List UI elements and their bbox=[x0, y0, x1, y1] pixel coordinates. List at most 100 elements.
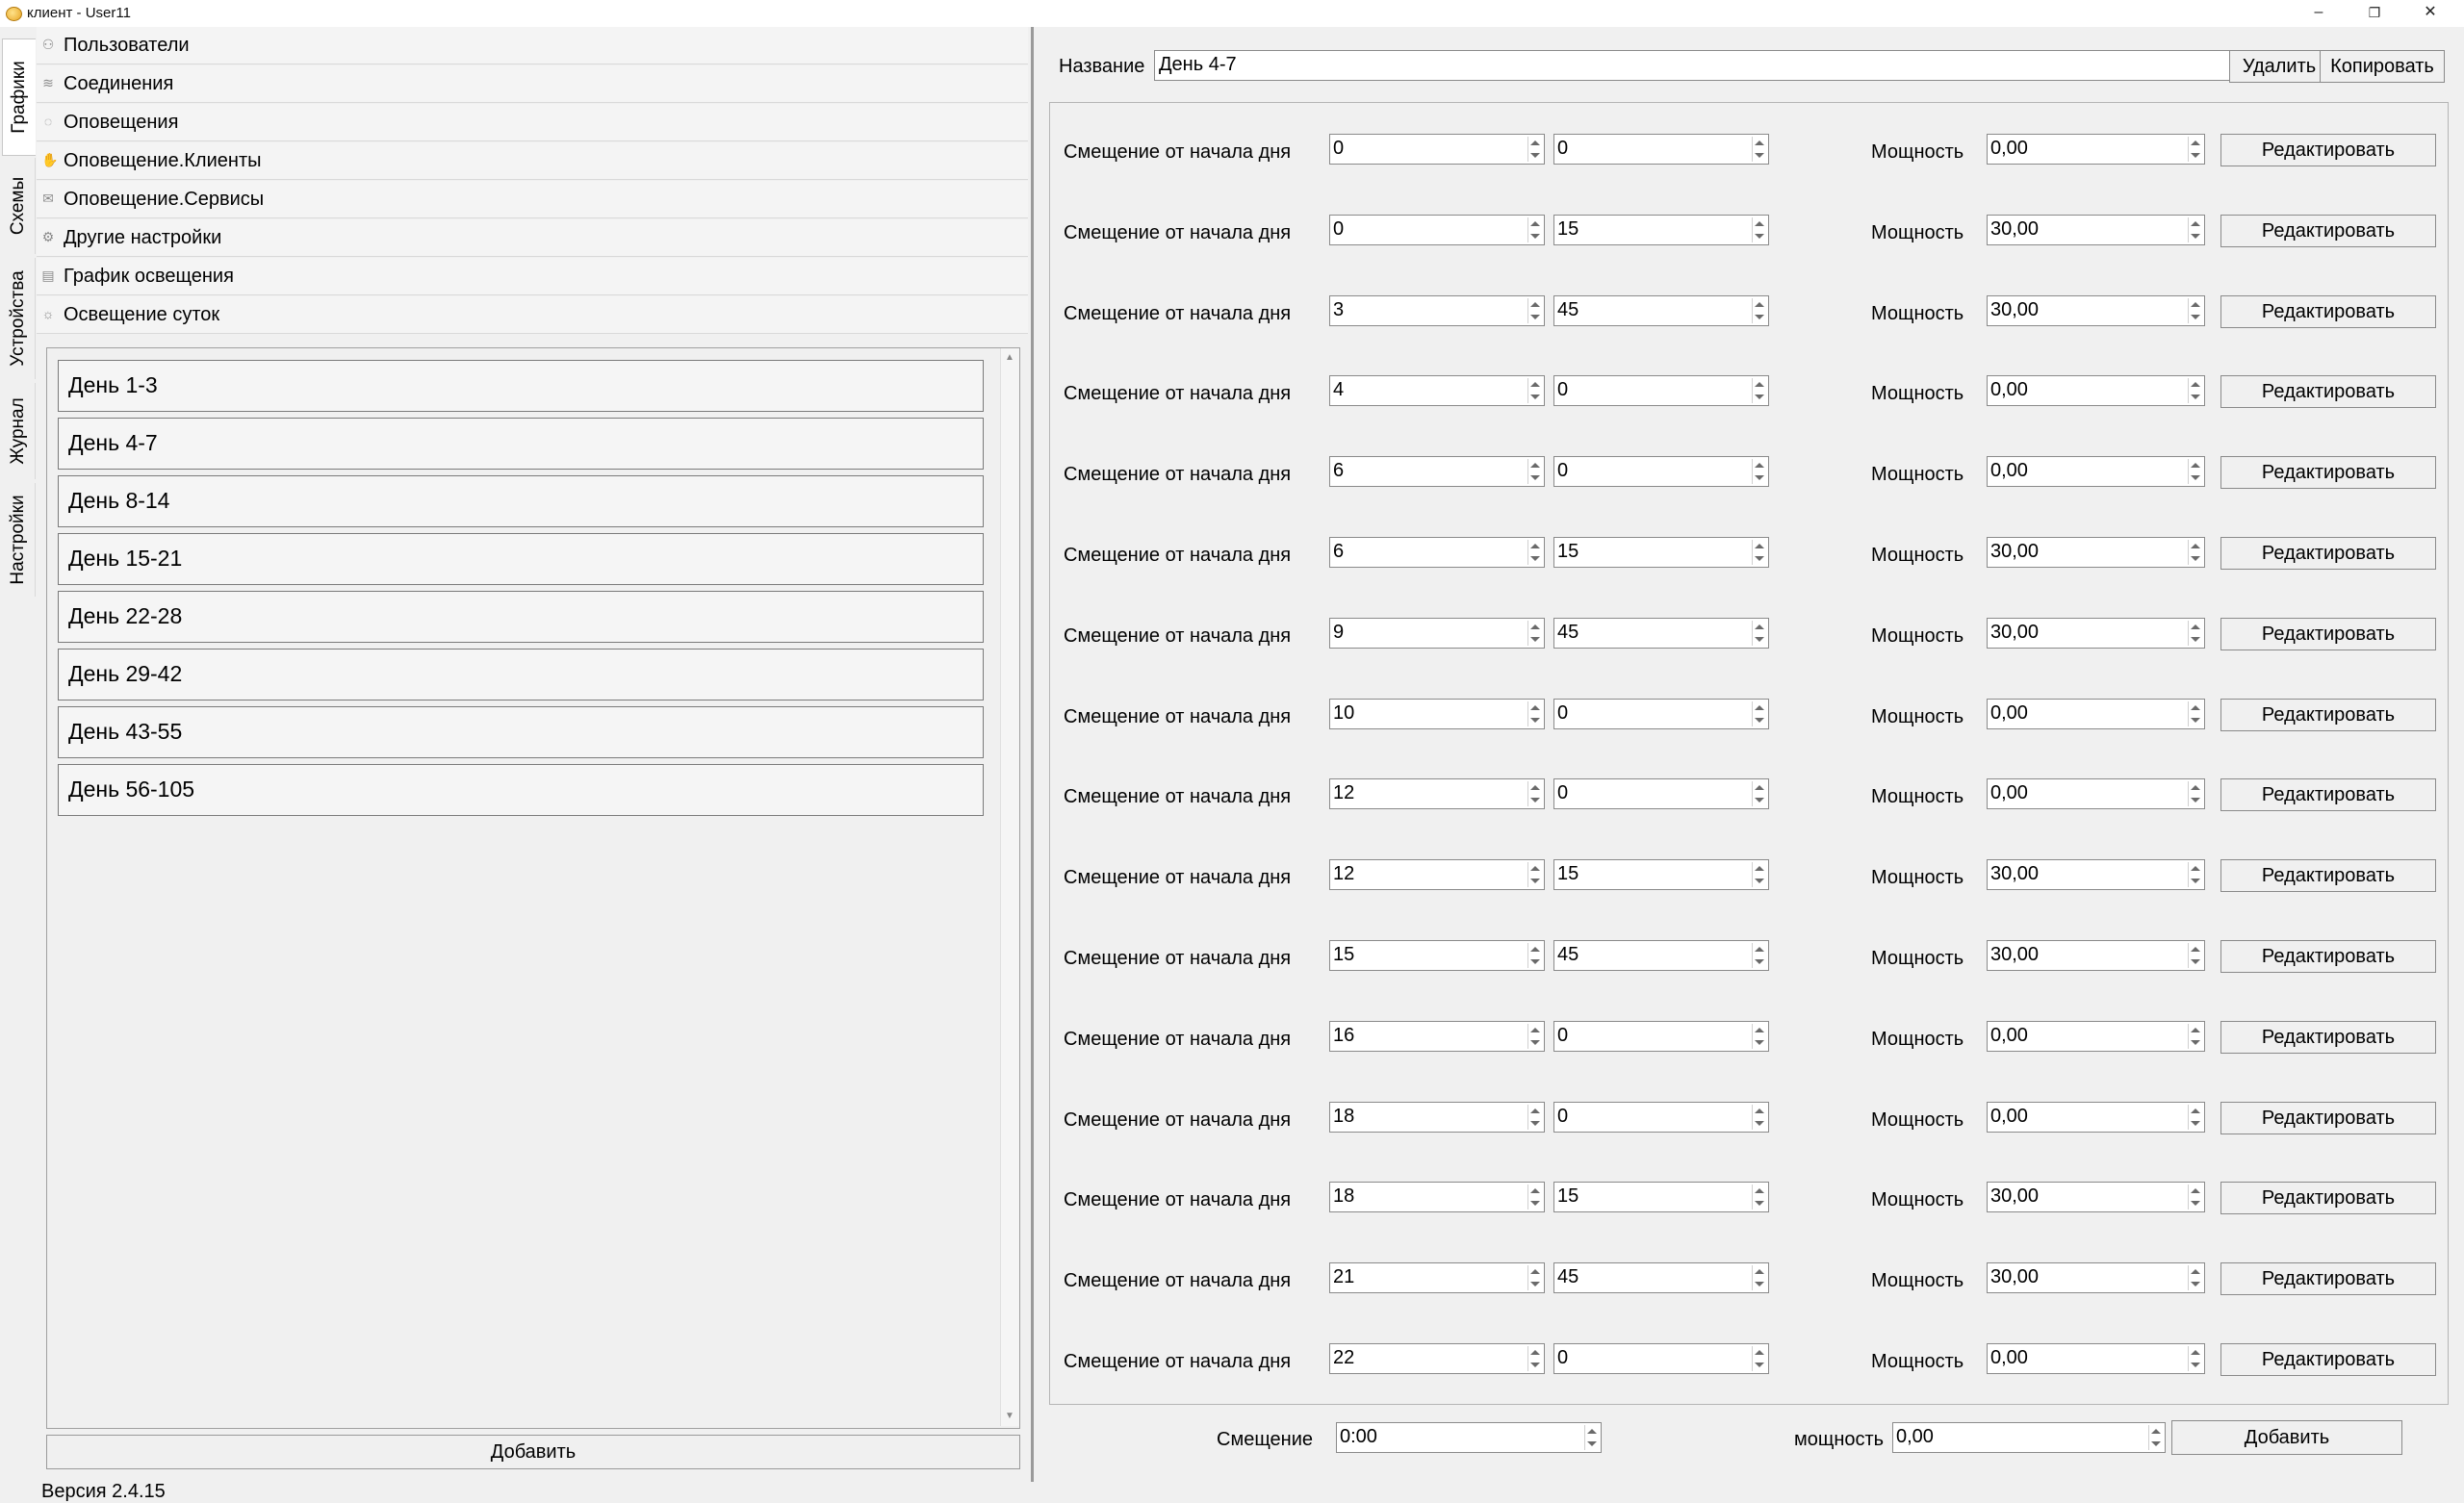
offset-hours-input[interactable]: 21 bbox=[1329, 1262, 1545, 1294]
offset-minutes-input[interactable]: 15 bbox=[1553, 1182, 1769, 1213]
nav-item[interactable]: ▤ График освещения bbox=[37, 258, 1028, 295]
offset-minutes-input[interactable]: 15 bbox=[1553, 537, 1769, 568]
edit-entry-button[interactable]: Редактировать bbox=[2220, 1262, 2436, 1296]
spinner-arrows-icon[interactable] bbox=[1527, 701, 1542, 726]
offset-hours-input[interactable]: 6 bbox=[1329, 456, 1545, 488]
power-input[interactable]: 30,00 bbox=[1987, 537, 2205, 568]
spinner-arrows-icon[interactable] bbox=[1752, 459, 1766, 485]
day-list-item[interactable]: День 22-28 bbox=[58, 591, 984, 643]
edit-entry-button[interactable]: Редактировать bbox=[2220, 698, 2436, 731]
day-list-item[interactable]: День 43-55 bbox=[58, 706, 984, 758]
offset-minutes-input[interactable]: 0 bbox=[1553, 1343, 1769, 1374]
day-list[interactable]: День 1-3 День 4-7 День 8-14 День 15-21 День … bbox=[46, 347, 1020, 1429]
spinner-arrows-icon[interactable] bbox=[1527, 378, 1542, 404]
offset-hours-input[interactable]: 12 bbox=[1329, 778, 1545, 810]
spinner-arrows-icon[interactable] bbox=[1527, 297, 1542, 323]
power-input[interactable]: 30,00 bbox=[1987, 617, 2205, 649]
edit-entry-button[interactable]: Редактировать bbox=[2220, 537, 2436, 570]
power-input[interactable]: 0,00 bbox=[1987, 456, 2205, 488]
offset-minutes-input[interactable]: 45 bbox=[1553, 294, 1769, 326]
day-list-item[interactable]: День 8-14 bbox=[58, 475, 984, 527]
power-input[interactable]: 30,00 bbox=[1987, 859, 2205, 891]
offset-hours-input[interactable]: 10 bbox=[1329, 698, 1545, 729]
spinner-arrows-icon[interactable] bbox=[1752, 1104, 1766, 1130]
tab-settings[interactable]: Настройки bbox=[2, 483, 36, 597]
power-input[interactable]: 0,00 bbox=[1987, 1343, 2205, 1374]
scroll-down-icon[interactable]: ▼ bbox=[1004, 1411, 1015, 1422]
spinner-arrows-icon[interactable] bbox=[2188, 1185, 2202, 1210]
nav-item[interactable]: ◌ Оповещения bbox=[37, 104, 1028, 141]
power-input[interactable]: 0,00 bbox=[1987, 778, 2205, 810]
offset-hours-input[interactable]: 4 bbox=[1329, 375, 1545, 407]
spinner-arrows-icon[interactable] bbox=[1584, 1425, 1599, 1450]
spinner-arrows-icon[interactable] bbox=[1752, 620, 1766, 646]
power-input[interactable]: 30,00 bbox=[1987, 1182, 2205, 1213]
new-offset-input[interactable]: 0:00 bbox=[1336, 1422, 1602, 1453]
spinner-arrows-icon[interactable] bbox=[1752, 1023, 1766, 1049]
edit-entry-button[interactable]: Редактировать bbox=[2220, 134, 2436, 166]
offset-hours-input[interactable]: 3 bbox=[1329, 294, 1545, 326]
spinner-arrows-icon[interactable] bbox=[1527, 137, 1542, 162]
spinner-arrows-icon[interactable] bbox=[2188, 620, 2202, 646]
spinner-arrows-icon[interactable] bbox=[1527, 1023, 1542, 1049]
spinner-arrows-icon[interactable] bbox=[1752, 137, 1766, 162]
offset-hours-input[interactable]: 0 bbox=[1329, 214, 1545, 245]
offset-minutes-input[interactable]: 15 bbox=[1553, 214, 1769, 245]
edit-entry-button[interactable]: Редактировать bbox=[2220, 1101, 2436, 1134]
add-day-button[interactable]: Добавить bbox=[46, 1435, 1020, 1469]
tab-journal[interactable]: Журнал bbox=[2, 383, 36, 479]
spinner-arrows-icon[interactable] bbox=[1752, 540, 1766, 565]
edit-entry-button[interactable]: Редактировать bbox=[2220, 214, 2436, 247]
close-button[interactable]: ✕ bbox=[2402, 0, 2458, 27]
spinner-arrows-icon[interactable] bbox=[1752, 781, 1766, 807]
spinner-arrows-icon[interactable] bbox=[1752, 297, 1766, 323]
spinner-arrows-icon[interactable] bbox=[2188, 1265, 2202, 1291]
minimize-button[interactable]: – bbox=[2291, 0, 2347, 27]
maximize-button[interactable]: ❐ bbox=[2347, 0, 2402, 27]
spinner-arrows-icon[interactable] bbox=[1752, 1185, 1766, 1210]
offset-minutes-input[interactable]: 45 bbox=[1553, 617, 1769, 649]
nav-item[interactable]: ≋ Соединения bbox=[37, 65, 1028, 103]
spinner-arrows-icon[interactable] bbox=[2188, 781, 2202, 807]
offset-minutes-input[interactable]: 0 bbox=[1553, 1101, 1769, 1133]
power-input[interactable]: 30,00 bbox=[1987, 294, 2205, 326]
spinner-arrows-icon[interactable] bbox=[1527, 862, 1542, 888]
spinner-arrows-icon[interactable] bbox=[1527, 620, 1542, 646]
spinner-arrows-icon[interactable] bbox=[1527, 1185, 1542, 1210]
nav-item[interactable]: ☼ Освещение суток bbox=[37, 296, 1028, 334]
edit-entry-button[interactable]: Редактировать bbox=[2220, 375, 2436, 409]
edit-entry-button[interactable]: Редактировать bbox=[2220, 617, 2436, 650]
spinner-arrows-icon[interactable] bbox=[2188, 701, 2202, 726]
edit-entry-button[interactable]: Редактировать bbox=[2220, 294, 2436, 328]
nav-item[interactable]: ⚙ Другие настройки bbox=[37, 219, 1028, 257]
day-list-item[interactable]: День 15-21 bbox=[58, 533, 984, 585]
spinner-arrows-icon[interactable] bbox=[1527, 943, 1542, 968]
spinner-arrows-icon[interactable] bbox=[1527, 217, 1542, 242]
day-list-item[interactable]: День 1-3 bbox=[58, 360, 984, 412]
offset-minutes-input[interactable]: 0 bbox=[1553, 134, 1769, 165]
spinner-arrows-icon[interactable] bbox=[2188, 217, 2202, 242]
spinner-arrows-icon[interactable] bbox=[1752, 1265, 1766, 1291]
spinner-arrows-icon[interactable] bbox=[1752, 943, 1766, 968]
offset-hours-input[interactable]: 0 bbox=[1329, 134, 1545, 165]
tab-devices[interactable]: Устройства bbox=[2, 258, 36, 379]
spinner-arrows-icon[interactable] bbox=[1527, 1104, 1542, 1130]
power-input[interactable]: 0,00 bbox=[1987, 1020, 2205, 1052]
nav-item[interactable]: ⚇ Пользователи bbox=[37, 27, 1028, 64]
add-entry-button[interactable]: Добавить bbox=[2171, 1420, 2402, 1455]
power-input[interactable]: 0,00 bbox=[1987, 134, 2205, 165]
offset-hours-input[interactable]: 22 bbox=[1329, 1343, 1545, 1374]
edit-entry-button[interactable]: Редактировать bbox=[2220, 1182, 2436, 1215]
name-input[interactable]: День 4-7 bbox=[1154, 50, 2285, 81]
spinner-arrows-icon[interactable] bbox=[1527, 781, 1542, 807]
offset-hours-input[interactable]: 15 bbox=[1329, 940, 1545, 971]
power-input[interactable]: 30,00 bbox=[1987, 1262, 2205, 1294]
offset-minutes-input[interactable]: 45 bbox=[1553, 1262, 1769, 1294]
offset-minutes-input[interactable]: 0 bbox=[1553, 1020, 1769, 1052]
offset-hours-input[interactable]: 9 bbox=[1329, 617, 1545, 649]
spinner-arrows-icon[interactable] bbox=[2188, 862, 2202, 888]
spinner-arrows-icon[interactable] bbox=[2148, 1425, 2163, 1450]
scrollbar[interactable]: ▲ ▼ bbox=[1000, 348, 1019, 1426]
day-list-item[interactable]: День 56-105 bbox=[58, 764, 984, 816]
spinner-arrows-icon[interactable] bbox=[2188, 1104, 2202, 1130]
